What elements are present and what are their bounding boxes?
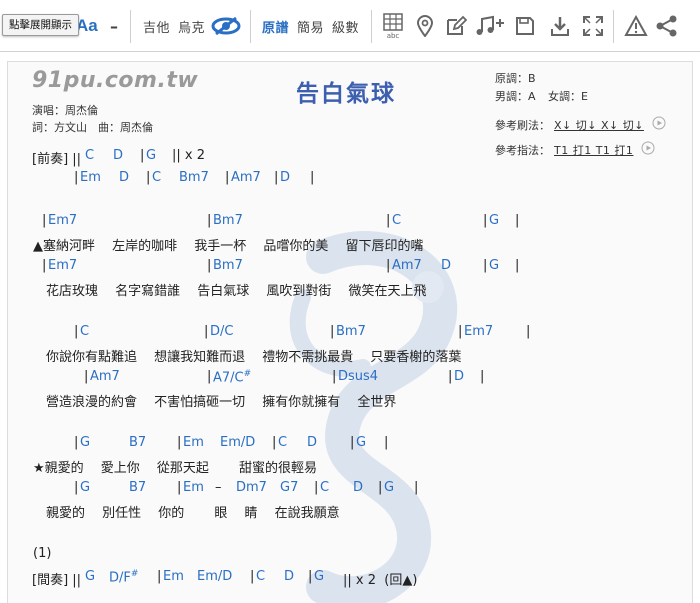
- divider: [250, 10, 251, 43]
- original-key: 原調：B: [495, 72, 536, 85]
- share-icon[interactable]: [656, 0, 678, 52]
- intro-label: [前奏] ||: [32, 152, 82, 167]
- chord[interactable]: A7/C#: [213, 369, 251, 385]
- simple-score-tab[interactable]: 簡易: [297, 0, 324, 52]
- chord[interactable]: Bm7: [213, 213, 243, 228]
- divider: [130, 10, 131, 43]
- chord[interactable]: C: [80, 324, 89, 339]
- chord[interactable]: Dm7: [236, 480, 267, 495]
- pick-pattern: 參考指法： T1 打1 T1 打1: [495, 141, 655, 158]
- chord[interactable]: Bm7: [179, 170, 209, 185]
- chord[interactable]: Em7: [48, 258, 77, 273]
- chord[interactable]: G: [384, 480, 394, 495]
- strum-sequence: X↓ 切↓ X↓ 切↓: [554, 118, 644, 132]
- chord[interactable]: Em: [163, 569, 184, 584]
- chord[interactable]: Em: [80, 170, 101, 185]
- music-add-icon[interactable]: [475, 0, 505, 52]
- chord[interactable]: G7: [280, 480, 298, 495]
- chord[interactable]: D: [284, 569, 294, 584]
- svg-text:abc: abc: [387, 32, 400, 39]
- chord[interactable]: D: [441, 258, 451, 273]
- original-score-tab[interactable]: 原譜: [262, 0, 289, 52]
- guitar-button[interactable]: 吉他: [143, 0, 170, 52]
- pick-sequence: T1 打1 T1 打1: [554, 143, 634, 157]
- male-key[interactable]: 男調：A: [495, 88, 536, 104]
- font-decrease-button[interactable]: –: [110, 0, 118, 52]
- chord[interactable]: G: [85, 569, 95, 584]
- chord[interactable]: Em/D: [220, 435, 255, 450]
- chord[interactable]: D: [280, 170, 290, 185]
- chord[interactable]: B7: [129, 435, 146, 450]
- lyric-line: ★親愛的 愛上你 從那天起 甜蜜的很輕易: [33, 461, 318, 476]
- chord[interactable]: D: [353, 480, 363, 495]
- play-icon[interactable]: [652, 116, 666, 133]
- eye-slash-icon[interactable]: [211, 0, 241, 52]
- pin-icon[interactable]: [416, 0, 434, 52]
- chord[interactable]: Em7: [464, 324, 493, 339]
- play-icon[interactable]: [641, 141, 655, 158]
- chord[interactable]: C: [320, 480, 329, 495]
- chord[interactable]: Am7: [90, 369, 120, 384]
- fullscreen-icon[interactable]: [582, 0, 604, 52]
- chord[interactable]: D/C: [210, 324, 233, 339]
- chord[interactable]: Am7: [392, 258, 422, 273]
- female-key[interactable]: 女調：E: [548, 88, 588, 104]
- chord[interactable]: B7: [129, 480, 146, 495]
- strum-pattern: 參考刷法： X↓ 切↓ X↓ 切↓: [495, 116, 666, 133]
- chord[interactable]: Em: [183, 480, 204, 495]
- edit-icon[interactable]: [445, 0, 467, 52]
- site-logo[interactable]: 91pu.com.tw: [32, 68, 198, 93]
- song-title: 告白氣球: [296, 81, 396, 107]
- font-size-button[interactable]: Aa: [76, 0, 98, 52]
- chord[interactable]: Bm7: [336, 324, 366, 339]
- chord[interactable]: C: [256, 569, 265, 584]
- chord[interactable]: Am7: [231, 170, 261, 185]
- lyric-line: 親愛的 別任性 你的 眼 睛 在說我願意: [33, 506, 340, 521]
- singer: 演唱：周杰倫: [32, 104, 98, 117]
- warning-icon[interactable]: [624, 0, 648, 52]
- rest-mark: –: [215, 480, 222, 495]
- save-icon[interactable]: [515, 0, 535, 52]
- chord[interactable]: C: [392, 213, 401, 228]
- chord[interactable]: Em: [183, 435, 204, 450]
- credits: 詞：方文山 曲：周杰倫: [32, 121, 153, 134]
- lyric-line: 你說你有點難追 想讓我知難而退 禮物不需挑最貴 只要香榭的落葉: [33, 350, 462, 365]
- chord-sheet: 91pu.com.tw 告白氣球 演唱：周杰倫 詞：方文山 曲：周杰倫 原調：B…: [7, 61, 693, 603]
- toolbar: 點擊展開顯示 Aa – 吉他 烏克 原譜 簡易 級數 abc: [0, 0, 700, 52]
- chord[interactable]: D/F#: [109, 569, 138, 585]
- lyric-line: ▲塞納河畔 左岸的咖啡 我手一杯 品嚐你的美 留下唇印的嘴: [33, 239, 424, 254]
- interlude-label: [間奏] ||: [32, 573, 82, 588]
- chord[interactable]: D: [119, 170, 129, 185]
- chord[interactable]: C: [278, 435, 287, 450]
- section-note: (1): [33, 546, 52, 561]
- expand-tooltip: 點擊展開顯示: [2, 14, 79, 36]
- ukulele-button[interactable]: 烏克: [178, 0, 205, 52]
- chord[interactable]: G: [356, 435, 366, 450]
- lyric-line: 花店玫瑰 名字寫錯誰 告白氣球 風吹到對街 微笑在天上飛: [33, 284, 427, 299]
- chord-chart-icon[interactable]: abc: [383, 0, 403, 52]
- chord[interactable]: Em7: [48, 213, 77, 228]
- repeat-mark: || x 2: [172, 148, 205, 163]
- chord[interactable]: Bm7: [213, 258, 243, 273]
- chord[interactable]: C: [152, 170, 161, 185]
- chord[interactable]: Dsus4: [338, 369, 378, 384]
- chord[interactable]: G: [314, 569, 324, 584]
- chord[interactable]: Em/D: [197, 569, 232, 584]
- lyric-line: 營造浪漫的約會 不害怕搞砸一切 擁有你就擁有 全世界: [33, 395, 397, 410]
- chord[interactable]: C: [85, 148, 94, 163]
- chord[interactable]: G: [146, 148, 156, 163]
- divider: [613, 10, 614, 43]
- chord[interactable]: D: [307, 435, 317, 450]
- chord[interactable]: D: [454, 369, 464, 384]
- download-icon[interactable]: [550, 0, 570, 52]
- chord[interactable]: G: [489, 213, 499, 228]
- repeat-mark: || x 2 (回▲): [343, 573, 418, 588]
- chord[interactable]: G: [489, 258, 499, 273]
- degree-score-tab[interactable]: 級數: [332, 0, 359, 52]
- divider: [371, 10, 372, 43]
- chord[interactable]: D: [113, 148, 123, 163]
- chord[interactable]: G: [80, 435, 90, 450]
- chord[interactable]: G: [80, 480, 90, 495]
